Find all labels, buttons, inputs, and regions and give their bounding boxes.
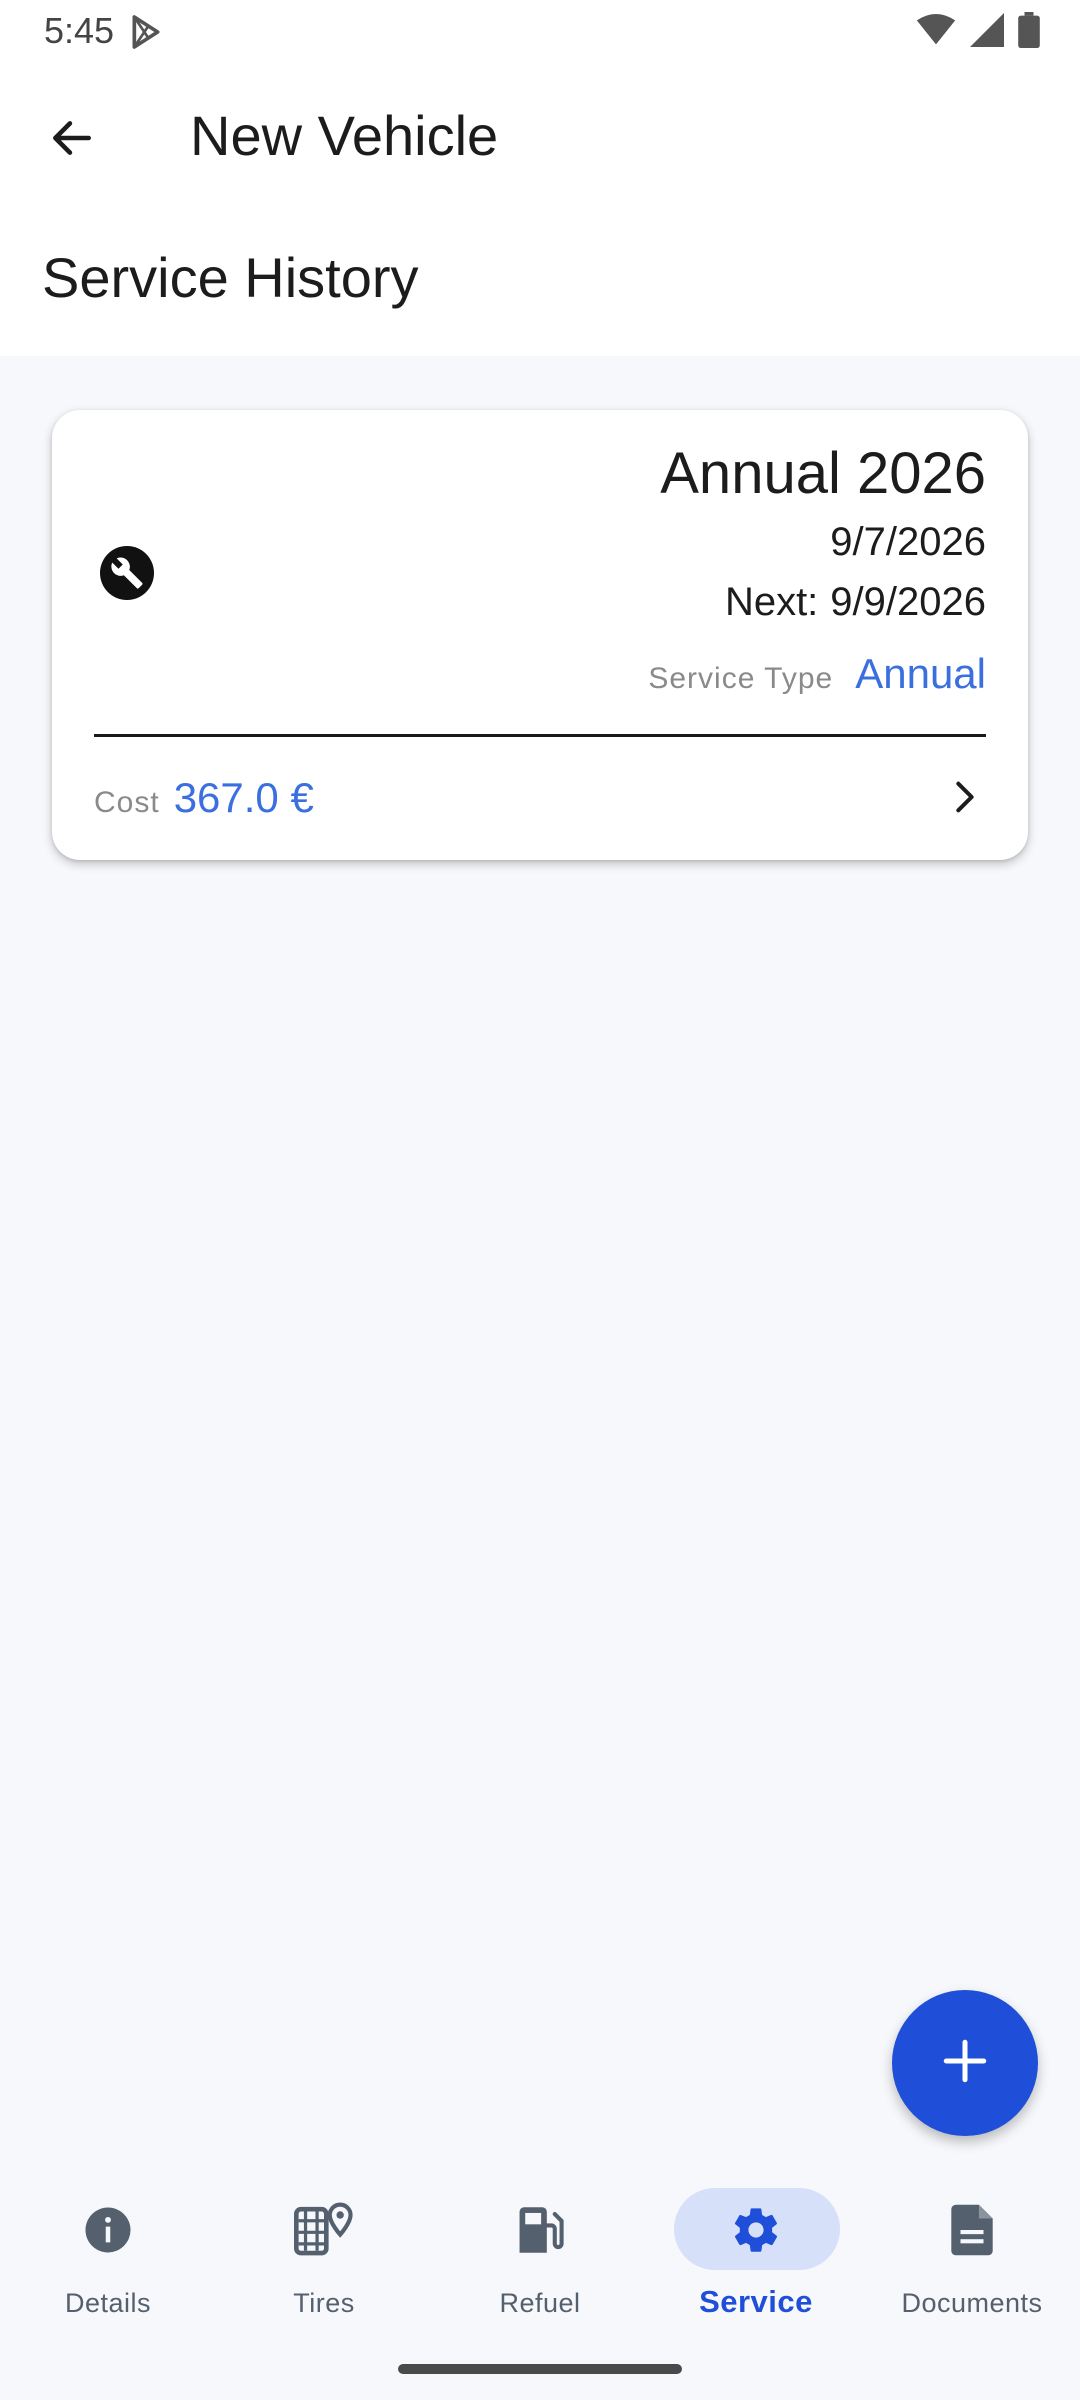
app-bar: New Vehicle xyxy=(0,62,1080,210)
play-store-icon xyxy=(126,12,166,52)
next-service-label: Next: xyxy=(724,580,819,624)
next-service: Next: 9/9/2026 xyxy=(725,580,986,625)
nav-item-documents[interactable]: Documents xyxy=(864,2170,1080,2340)
nav-item-refuel[interactable]: Refuel xyxy=(432,2170,648,2340)
service-record-card[interactable]: Annual 2026 9/7/2026 Next: 9/9/2026 Servi… xyxy=(52,410,1028,860)
section-title: Service History xyxy=(42,246,419,309)
nav-label-documents: Documents xyxy=(901,2288,1043,2318)
add-service-button[interactable] xyxy=(892,1990,1038,2136)
gear-icon xyxy=(648,2200,864,2260)
chevron-right-icon[interactable] xyxy=(940,772,990,822)
battery-icon xyxy=(1018,11,1040,53)
status-icons xyxy=(916,11,1040,53)
signal-icon xyxy=(970,12,1004,52)
nav-label-service: Service xyxy=(699,2284,813,2319)
wifi-icon xyxy=(916,13,956,51)
wrench-icon xyxy=(100,546,154,600)
service-type-row: Service Type Annual xyxy=(648,650,986,698)
card-divider xyxy=(94,734,986,737)
nav-label-tires: Tires xyxy=(293,2288,355,2318)
nav-item-tires[interactable]: Tires xyxy=(216,2170,432,2340)
back-button[interactable] xyxy=(32,100,112,180)
next-service-date: 9/9/2026 xyxy=(830,580,986,624)
info-icon xyxy=(0,2200,216,2260)
fuel-pump-icon xyxy=(432,2200,648,2260)
service-type-value: Annual xyxy=(855,650,986,697)
service-type-label: Service Type xyxy=(648,662,834,695)
tire-location-icon xyxy=(216,2200,432,2260)
nav-item-details[interactable]: Details xyxy=(0,2170,216,2340)
service-title: Annual 2026 xyxy=(660,441,986,506)
plus-icon xyxy=(940,2036,990,2091)
cost-label: Cost xyxy=(94,786,160,819)
page-title: New Vehicle xyxy=(190,104,499,167)
nav-label-details: Details xyxy=(64,2288,152,2318)
nav-label-refuel: Refuel xyxy=(499,2288,581,2318)
arrow-back-icon xyxy=(47,113,97,168)
service-date: 9/7/2026 xyxy=(830,520,986,564)
status-time: 5:45 xyxy=(44,10,115,51)
cost-row: Cost 367.0 € xyxy=(94,774,314,822)
cost-value: 367.0 € xyxy=(173,774,314,821)
nav-item-service[interactable]: Service xyxy=(648,2170,864,2340)
document-icon xyxy=(864,2200,1080,2260)
status-bar: 5:45 xyxy=(0,0,1080,62)
gesture-bar[interactable] xyxy=(398,2364,682,2374)
